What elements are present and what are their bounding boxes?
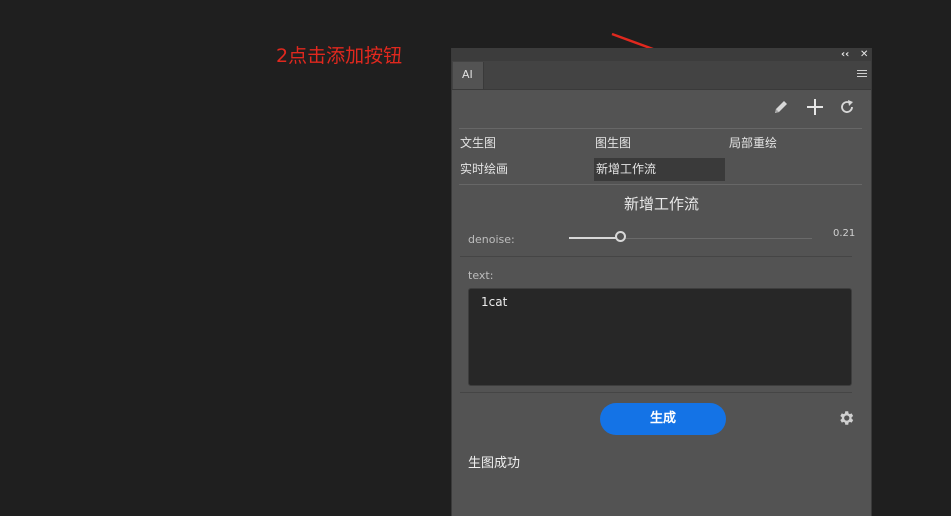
collapse-button[interactable]: ‹‹ <box>841 48 849 61</box>
gear-icon[interactable] <box>837 409 855 427</box>
text-label: text: <box>468 269 494 282</box>
divider <box>459 184 862 185</box>
panel-menu-icon[interactable] <box>857 70 867 79</box>
denoise-label: denoise: <box>468 233 515 246</box>
tab-bar: AI <box>452 61 871 90</box>
denoise-value: 0.21 <box>833 228 856 239</box>
ai-panel: ‹‹ ✕ AI 文生图 图生图 局部重绘 实时绘画 新增工作流 新增工作流 de… <box>451 48 872 516</box>
mode-new-workflow[interactable]: 新增工作流 <box>594 158 725 181</box>
status-text: 生图成功 <box>468 456 521 471</box>
panel-titlebar: ‹‹ ✕ <box>452 48 871 61</box>
workflow-title: 新增工作流 <box>623 195 699 213</box>
divider <box>459 128 862 129</box>
mode-realtime-paint[interactable]: 实时绘画 <box>460 159 508 179</box>
annotation-text: 2点击添加按钮 <box>276 45 403 67</box>
generate-button[interactable]: 生成 <box>600 403 726 435</box>
denoise-slider-fill <box>569 237 621 239</box>
denoise-slider-thumb[interactable] <box>615 231 627 242</box>
tab-ai[interactable]: AI <box>453 62 484 89</box>
prompt-textarea[interactable]: 1cat <box>468 288 852 386</box>
close-icon[interactable]: ✕ <box>860 48 868 61</box>
mode-text-to-image[interactable]: 文生图 <box>460 133 496 153</box>
pencil-icon[interactable] <box>772 98 790 116</box>
mode-image-to-image[interactable]: 图生图 <box>595 133 631 153</box>
plus-icon[interactable] <box>806 98 824 116</box>
refresh-icon[interactable] <box>838 98 856 116</box>
mode-inpaint[interactable]: 局部重绘 <box>729 133 777 153</box>
divider <box>460 256 852 257</box>
divider <box>460 392 852 393</box>
